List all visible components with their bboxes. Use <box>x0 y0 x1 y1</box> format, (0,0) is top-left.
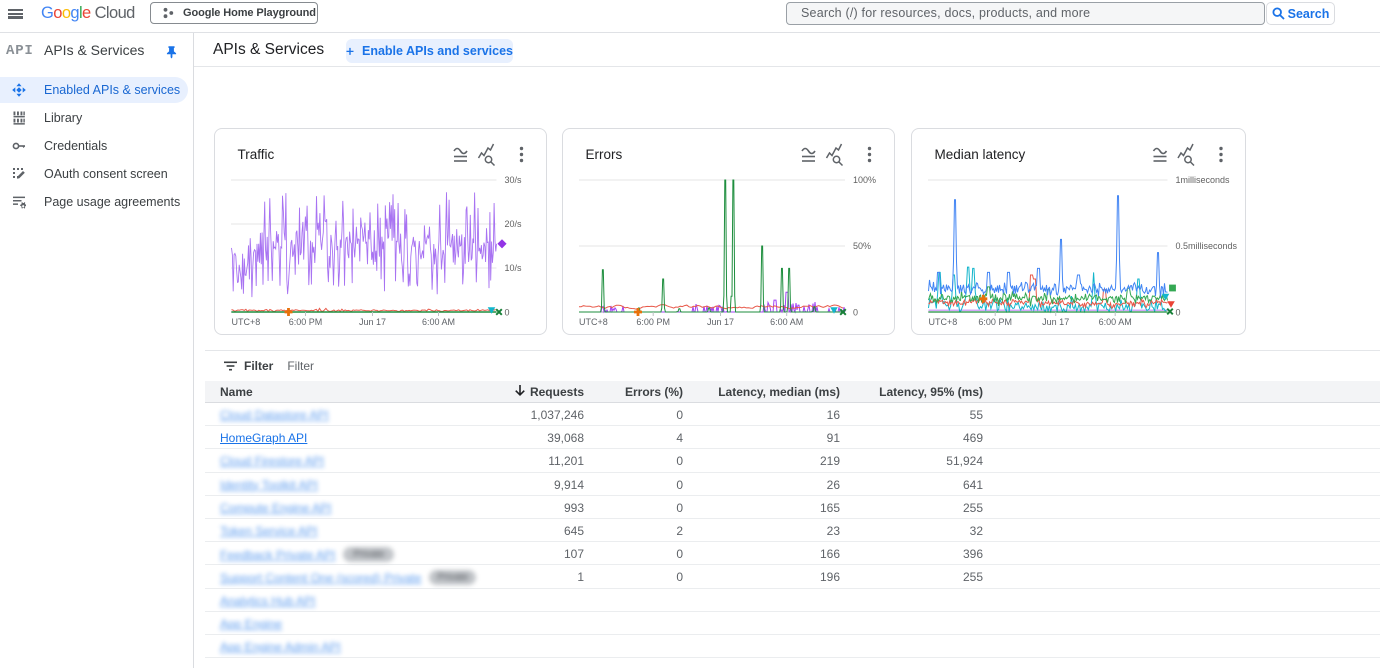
svg-text:Errors: Errors <box>586 147 623 162</box>
svg-text:6:00 AM: 6:00 AM <box>770 317 803 327</box>
svg-text:UTC+8: UTC+8 <box>928 317 957 327</box>
svg-text:UTC+8: UTC+8 <box>231 317 260 327</box>
svg-text:30/s: 30/s <box>504 175 522 185</box>
svg-text:0: 0 <box>504 308 509 318</box>
svg-text:10/s: 10/s <box>504 263 522 273</box>
svg-text:Jun 17: Jun 17 <box>358 317 385 327</box>
svg-text:6:00 PM: 6:00 PM <box>288 317 322 327</box>
svg-text:6:00 PM: 6:00 PM <box>636 317 670 327</box>
svg-text:0: 0 <box>853 308 858 318</box>
svg-text:UTC+8: UTC+8 <box>579 317 608 327</box>
svg-text:20/s: 20/s <box>504 219 522 229</box>
svg-text:Jun 17: Jun 17 <box>707 317 734 327</box>
svg-text:Median latency: Median latency <box>934 147 1025 162</box>
svg-text:Jun 17: Jun 17 <box>1042 317 1069 327</box>
svg-text:6:00 AM: 6:00 AM <box>421 317 454 327</box>
svg-text:6:00 AM: 6:00 AM <box>1098 317 1131 327</box>
svg-text:6:00 PM: 6:00 PM <box>978 317 1012 327</box>
svg-text:Traffic: Traffic <box>237 147 274 162</box>
svg-text:0.5milliseconds: 0.5milliseconds <box>1175 241 1237 251</box>
svg-text:0: 0 <box>1175 308 1180 318</box>
svg-text:50%: 50% <box>853 241 871 251</box>
svg-text:1milliseconds: 1milliseconds <box>1175 175 1230 185</box>
svg-text:100%: 100% <box>853 175 876 185</box>
